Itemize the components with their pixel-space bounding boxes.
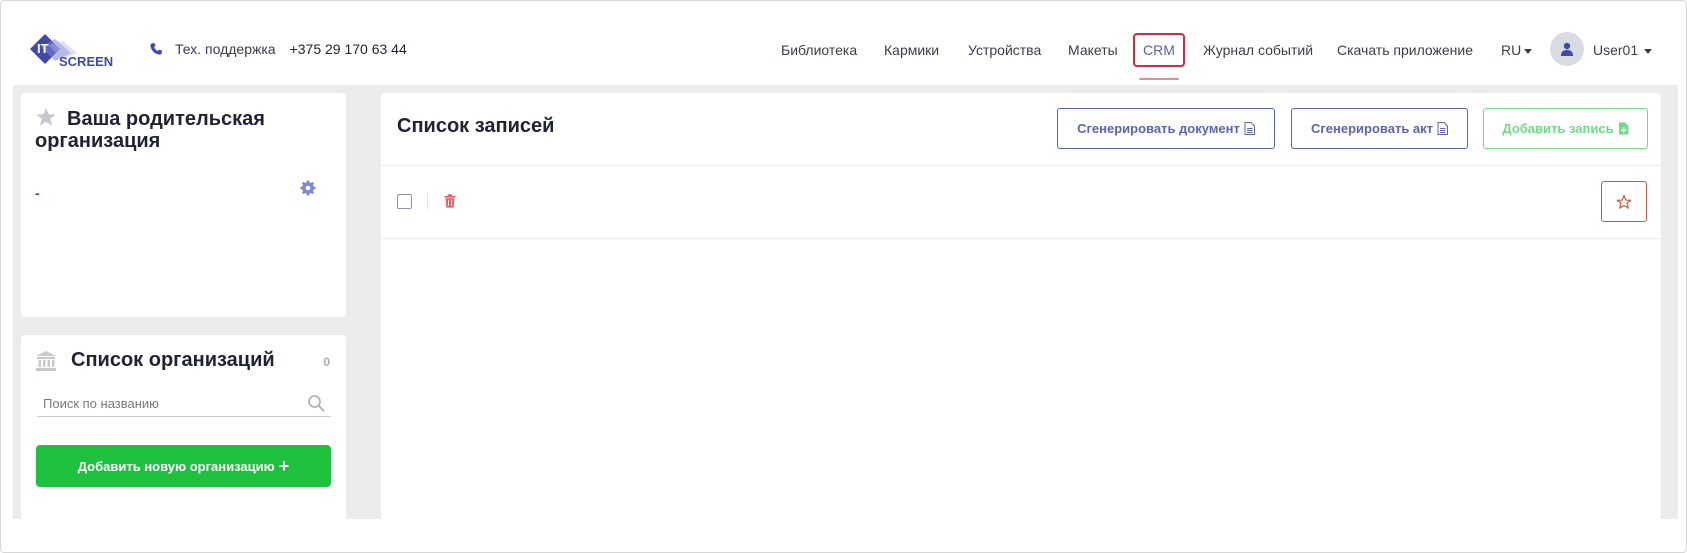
add-record-label: Добавить запись: [1502, 121, 1614, 136]
org-list-title: Список организаций: [35, 349, 275, 372]
search-icon[interactable]: [307, 394, 325, 412]
org-search-input[interactable]: [37, 391, 287, 415]
add-record-button[interactable]: Добавить запись: [1483, 108, 1648, 149]
file-plus-icon: [1618, 122, 1629, 135]
language-dropdown[interactable]: RU: [1501, 33, 1533, 67]
nav-download-app[interactable]: Скачать приложение: [1337, 33, 1473, 67]
user-icon: [1561, 42, 1573, 56]
top-header: IT SCREEN Тех. поддержка +375 29 170 63 …: [1, 1, 1686, 89]
document-icon: [1437, 122, 1449, 135]
org-list-title-text: Список организаций: [71, 349, 275, 371]
star-icon: [36, 107, 56, 126]
nav-devices[interactable]: Устройства: [968, 33, 1041, 67]
add-organization-button[interactable]: Добавить новую организацию +: [36, 445, 331, 487]
generate-document-label: Сгенерировать документ: [1077, 121, 1240, 136]
records-title: Список записей: [397, 115, 555, 137]
favorite-button[interactable]: [1601, 181, 1647, 222]
parent-org-title: Ваша родительская организация: [35, 107, 335, 152]
org-search: [37, 391, 331, 417]
nav-crm[interactable]: CRM: [1133, 33, 1185, 67]
parent-org-card: Ваша родительская организация -: [21, 93, 346, 317]
generate-document-button[interactable]: Сгенерировать документ: [1057, 108, 1275, 149]
nav-layouts[interactable]: Макеты: [1068, 33, 1118, 67]
nav-library[interactable]: Библиотека: [781, 33, 857, 67]
trash-icon[interactable]: [444, 194, 456, 208]
generate-act-button[interactable]: Сгенерировать акт: [1291, 108, 1468, 149]
divider: [427, 194, 428, 209]
records-card: Список записей Сгенерировать документ Сг…: [381, 93, 1661, 519]
parent-org-title-text: Ваша родительская организация: [35, 108, 265, 152]
main-nav: Библиотека Кармики Устройства Макеты CRM…: [1, 33, 1686, 80]
bank-icon: [36, 350, 56, 371]
parent-org-value: -: [35, 185, 40, 201]
nav-event-log[interactable]: Журнал событий: [1203, 33, 1313, 67]
app-window: IT SCREEN Тех. поддержка +375 29 170 63 …: [0, 0, 1687, 553]
org-count-badge: 0: [323, 355, 330, 369]
user-menu[interactable]: User01: [1593, 33, 1653, 67]
gear-icon[interactable]: [300, 180, 316, 196]
user-name: User01: [1593, 42, 1639, 58]
add-organization-label: Добавить новую организацию: [77, 458, 275, 474]
nav-karmiki[interactable]: Кармики: [884, 33, 939, 67]
generate-act-label: Сгенерировать акт: [1310, 121, 1434, 136]
chevron-down-icon: [1644, 48, 1653, 54]
document-icon: [1244, 122, 1255, 135]
language-label: RU: [1501, 42, 1522, 58]
org-list-card: Список организаций 0 Добавить новую орга…: [21, 335, 346, 519]
avatar[interactable]: [1550, 32, 1584, 66]
nav-crm-underline: [1139, 78, 1179, 80]
star-outline-icon: [1616, 194, 1632, 209]
divider: [381, 165, 1661, 166]
select-all-checkbox[interactable]: [397, 194, 412, 209]
chevron-down-icon: [1524, 48, 1533, 54]
divider: [381, 238, 1661, 239]
plus-icon: +: [278, 456, 290, 476]
